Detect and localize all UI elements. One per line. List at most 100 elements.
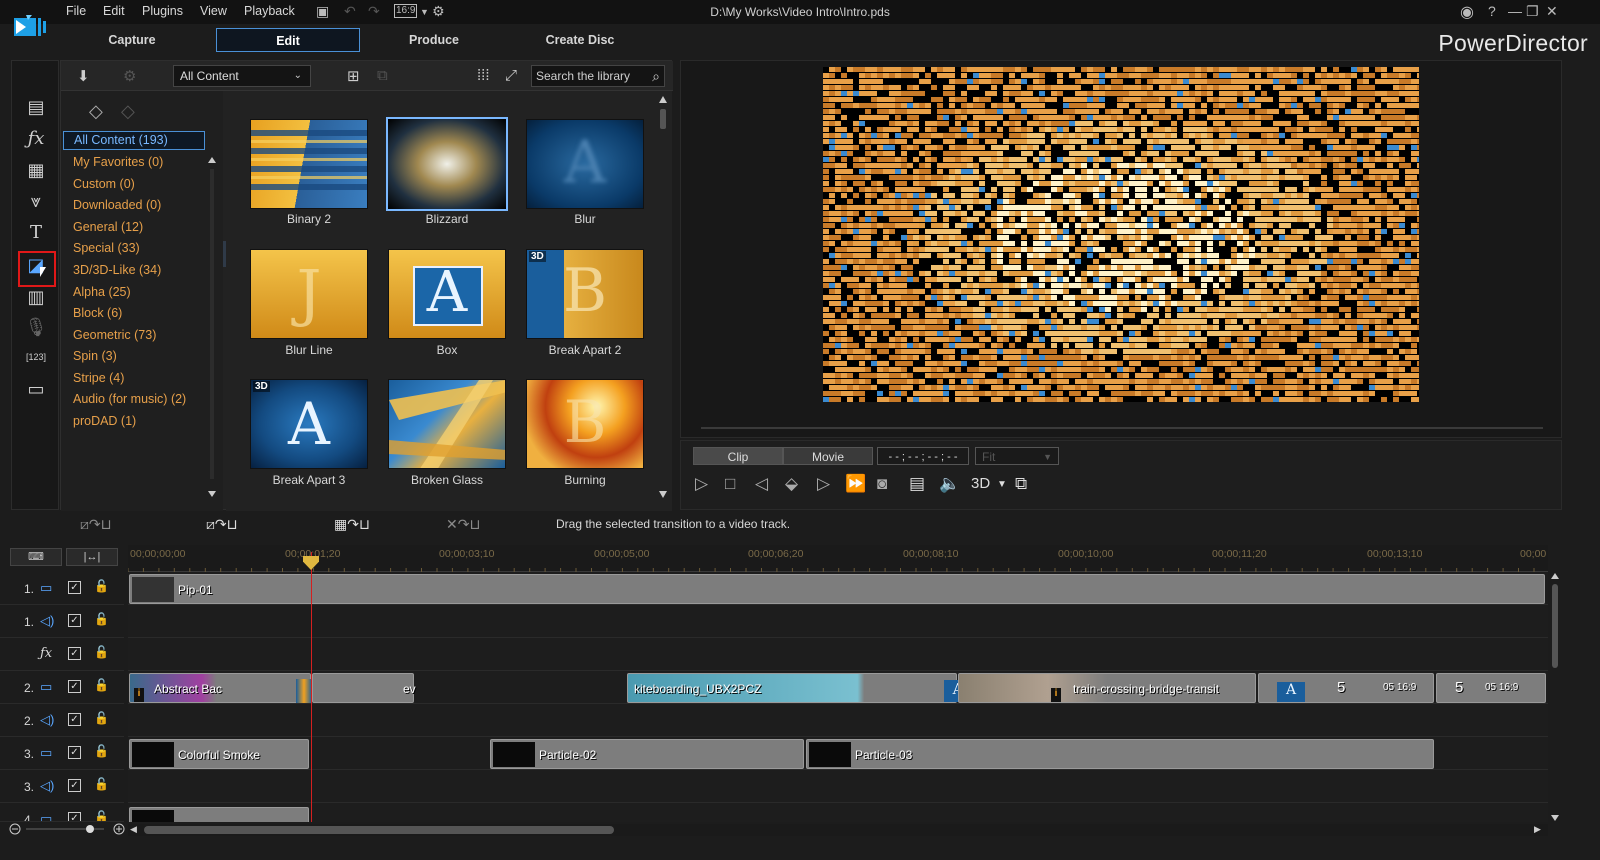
timeline-horizontal-scrollbar[interactable]: ◀ ▶: [128, 824, 1548, 836]
lane-video-3[interactable]: Colorful Smoke Particle-02 Particle-03: [128, 737, 1548, 770]
timecode-display[interactable]: - - ; - - ; - - ; - -: [877, 447, 969, 465]
effect-room-icon[interactable]: ƒx: [24, 127, 48, 151]
thumb-break-apart-2[interactable]: B 3D: [526, 249, 644, 339]
category-block[interactable]: Block (6): [73, 306, 122, 320]
stop-icon[interactable]: □: [725, 474, 735, 494]
media-room-icon[interactable]: ▤: [24, 95, 48, 119]
tab-capture[interactable]: Capture: [60, 28, 204, 52]
import-media-icon[interactable]: ⬇: [77, 67, 90, 85]
remove-tag-icon[interactable]: ◇: [121, 101, 135, 122]
lock-icon[interactable]: 🔓: [94, 645, 109, 659]
fast-forward-icon[interactable]: ⏩: [845, 474, 866, 494]
track-enable-checkbox[interactable]: ✓: [68, 812, 81, 821]
chevron-down-icon[interactable]: ▼: [420, 7, 429, 17]
track-enable-checkbox[interactable]: ✓: [68, 647, 81, 660]
timeline-ruler[interactable]: 00;00;00;00 00;00;01;20 00;00;03;10 00;0…: [128, 545, 1548, 572]
lock-icon[interactable]: 🔓: [94, 678, 109, 692]
thumb-scrollbar[interactable]: [658, 95, 668, 499]
transition-marker[interactable]: [296, 679, 312, 703]
track-enable-checkbox[interactable]: ✓: [68, 680, 81, 693]
category-downloaded[interactable]: Downloaded (0): [73, 198, 161, 212]
track-enable-checkbox[interactable]: ✓: [68, 614, 81, 627]
subtitle-room-icon[interactable]: ▭: [24, 377, 48, 401]
clip-abstract-background[interactable]: Abstract Bac i: [129, 673, 311, 703]
category-stripe[interactable]: Stripe (4): [73, 371, 124, 385]
thumb-blur-line[interactable]: J: [250, 249, 368, 339]
thumb-box[interactable]: A: [388, 249, 506, 339]
thumb-blur[interactable]: A: [526, 119, 644, 209]
particle-room-icon[interactable]: ⩔: [24, 189, 48, 213]
minimize-icon[interactable]: —: [1508, 3, 1522, 19]
lock-icon[interactable]: 🔓: [94, 744, 109, 758]
category-general[interactable]: General (12): [73, 220, 143, 234]
category-scrollbar[interactable]: [207, 157, 217, 497]
category-audio-for-music[interactable]: Audio (for music) (2): [73, 392, 186, 406]
transition-cross-icon[interactable]: ▦↷⊔: [334, 516, 370, 533]
audio-mixing-icon[interactable]: ▥: [24, 285, 48, 309]
clip-kiteboarding[interactable]: kiteboarding_UBX2PCZ: [627, 673, 957, 703]
help-icon[interactable]: ?: [1488, 3, 1496, 19]
transition-remove-icon[interactable]: ✕↷⊔: [446, 516, 480, 533]
lane-audio-1[interactable]: [128, 605, 1548, 638]
account-icon[interactable]: ◉: [1460, 2, 1474, 22]
add-tag-icon[interactable]: ◇: [89, 101, 103, 122]
lane-audio-2[interactable]: [128, 704, 1548, 737]
lock-icon[interactable]: 🔓: [94, 612, 109, 626]
subtitles-icon[interactable]: ▤: [909, 474, 925, 494]
3d-mode-button[interactable]: 3D: [971, 475, 990, 492]
timeline-vertical-scrollbar[interactable]: [1550, 572, 1560, 822]
category-spin[interactable]: Spin (3): [73, 349, 117, 363]
next-frame-icon[interactable]: ▷: [817, 474, 830, 494]
thumb-binary-2[interactable]: [250, 119, 368, 209]
category-geometric[interactable]: Geometric (73): [73, 328, 156, 342]
menu-view[interactable]: View: [200, 4, 227, 18]
menu-playback[interactable]: Playback: [244, 4, 295, 18]
track-enable-checkbox[interactable]: ✓: [68, 746, 81, 759]
undock-icon[interactable]: ⧉: [1015, 474, 1027, 494]
category-custom[interactable]: Custom (0): [73, 177, 135, 191]
track-enable-checkbox[interactable]: ✓: [68, 581, 81, 594]
transition-prefix-icon[interactable]: ⧄↷⊔: [80, 516, 112, 533]
scrollbar-thumb[interactable]: [144, 826, 614, 834]
lock-icon[interactable]: 🔓: [94, 711, 109, 725]
category-all-content[interactable]: All Content (193): [63, 131, 205, 150]
thumb-broken-glass[interactable]: [388, 379, 506, 469]
timeline-zoom-slider[interactable]: [8, 822, 126, 836]
scroll-left-icon[interactable]: ◀: [130, 824, 137, 835]
clip-title-5b[interactable]: 5 05 16:9: [1436, 673, 1546, 703]
chevron-down-icon[interactable]: ▼: [997, 479, 1007, 490]
clip-ev[interactable]: ev: [312, 673, 416, 703]
split-icon[interactable]: ⬙: [785, 474, 798, 494]
thumb-burning[interactable]: B: [526, 379, 644, 469]
track-manager-button[interactable]: ⌨: [10, 548, 62, 566]
lock-icon[interactable]: 🔓: [94, 810, 109, 821]
add-to-timeline-icon[interactable]: ⊞: [347, 67, 360, 85]
category-favorites[interactable]: My Favorites (0): [73, 155, 163, 169]
pip-room-icon[interactable]: ▦: [24, 158, 48, 182]
search-icon[interactable]: ⌕: [652, 68, 660, 85]
undo-icon[interactable]: ↶: [344, 3, 356, 20]
scroll-right-icon[interactable]: ▶: [1534, 824, 1541, 835]
menu-plugins[interactable]: Plugins: [142, 4, 183, 18]
track-enable-checkbox[interactable]: ✓: [68, 713, 81, 726]
expand-icon[interactable]: ⤢: [505, 67, 517, 84]
snapshot-icon[interactable]: ◙: [877, 474, 887, 494]
content-filter-dropdown[interactable]: All Content ⌄: [173, 65, 311, 87]
clip-particle-02[interactable]: Particle-02: [490, 739, 804, 769]
chapter-room-icon[interactable]: [123]: [24, 345, 48, 369]
lane-fx[interactable]: [128, 638, 1548, 671]
plugin-icon[interactable]: ⚙: [123, 67, 136, 85]
fit-timeline-button[interactable]: |↔|: [66, 548, 118, 566]
category-prodad[interactable]: proDAD (1): [73, 414, 136, 428]
lock-icon[interactable]: 🔓: [94, 777, 109, 791]
clip-partial[interactable]: [129, 807, 309, 822]
close-icon[interactable]: ✕: [1546, 3, 1558, 20]
lane-video-1[interactable]: Pip-01: [128, 572, 1548, 605]
tab-produce[interactable]: Produce: [362, 28, 506, 52]
grid-view-icon[interactable]: ⁞⁞⁞: [477, 67, 490, 84]
clip-mode-button[interactable]: Clip: [693, 447, 783, 465]
restore-icon[interactable]: ❐: [1526, 3, 1539, 20]
clip-particle-03[interactable]: Particle-03: [806, 739, 1434, 769]
lane-video-4[interactable]: [128, 803, 1548, 822]
save-icon[interactable]: ▣: [316, 3, 329, 20]
